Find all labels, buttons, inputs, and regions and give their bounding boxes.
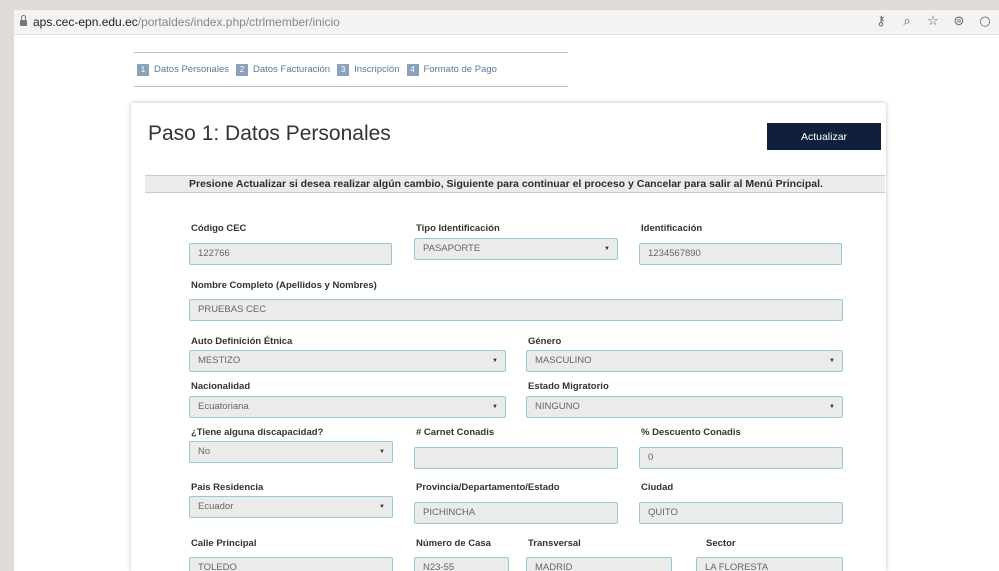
label-etnica: Auto Definición Étnica: [191, 336, 293, 347]
ciudad-field[interactable]: QUITO: [639, 502, 843, 524]
etnica-select[interactable]: MESTIZO: [189, 350, 506, 372]
provincia-field[interactable]: PICHINCHA: [414, 502, 618, 524]
descuento-conadis-field[interactable]: 0: [639, 447, 843, 469]
label-nombre-completo: Nombre Completo (Apellidos y Nombres): [191, 280, 377, 291]
label-identificacion: Identificación: [641, 223, 703, 234]
label-sector: Sector: [706, 538, 736, 549]
key-icon[interactable]: ⚷: [875, 14, 887, 29]
pais-residencia-select[interactable]: Ecuador: [189, 496, 393, 518]
sector-field[interactable]: LA FLORESTA: [696, 557, 843, 571]
transversal-field[interactable]: MADRID: [526, 557, 672, 571]
step-inscripcion[interactable]: 3 Inscripción: [337, 63, 400, 76]
steps-nav: 1 Datos Personales 2 Datos Facturación 3 In…: [134, 52, 568, 87]
browser-toolbar-icons: ⚷ ⌕ ☆ ⊜ ○: [875, 14, 991, 29]
browser-window: aps.cec-epn.edu.ec/portaldes/index.php/c…: [14, 10, 999, 571]
notice-bar: Presione Actualizar si desea realizar al…: [145, 175, 885, 193]
label-genero: Género: [528, 336, 562, 347]
step-datos-personales[interactable]: 1 Datos Personales: [137, 63, 229, 76]
label-discapacidad: ¿Tiene alguna discapacidad?: [191, 427, 324, 438]
label-numero-casa: Número de Casa: [416, 538, 491, 549]
label-estado-migratorio: Estado Migratorio: [528, 381, 609, 392]
label-provincia: Provincia/Departamento/Estado: [416, 482, 560, 493]
label-tipo-identificacion: Tipo Identificación: [416, 223, 500, 234]
zoom-icon[interactable]: ⌕: [901, 14, 913, 29]
opera-icon[interactable]: ○: [979, 14, 991, 29]
estado-migratorio-select[interactable]: NINGUNO: [526, 396, 843, 418]
discapacidad-select[interactable]: No: [189, 441, 393, 463]
step-formato-pago[interactable]: 4 Formato de Pago: [406, 63, 497, 76]
nacionalidad-select[interactable]: Ecuatoriana: [189, 396, 506, 418]
tipo-identificacion-select[interactable]: PASAPORTE: [414, 238, 618, 260]
calle-principal-field[interactable]: TOLEDO: [189, 557, 393, 571]
nombre-completo-field[interactable]: PRUEBAS CEC: [189, 299, 843, 321]
address-bar[interactable]: aps.cec-epn.edu.ec/portaldes/index.php/c…: [14, 10, 999, 35]
label-pais-residencia: Pais Residencia: [191, 482, 264, 493]
extension-icon[interactable]: ⊜: [953, 14, 965, 29]
label-calle-principal: Calle Principal: [191, 538, 257, 549]
label-nacionalidad: Nacionalidad: [191, 381, 251, 392]
page-title: Paso 1: Datos Personales: [148, 122, 391, 145]
genero-select[interactable]: MASCULINO: [526, 350, 843, 372]
label-transversal: Transversal: [528, 538, 581, 549]
step-datos-facturacion[interactable]: 2 Datos Facturación: [235, 63, 330, 76]
label-descuento-conadis: % Descuento Conadis: [641, 427, 741, 438]
update-button[interactable]: Actualizar: [767, 123, 881, 150]
lock-icon[interactable]: [20, 15, 27, 26]
carnet-conadis-field[interactable]: [414, 447, 618, 469]
codigo-cec-field[interactable]: 122766: [189, 243, 392, 265]
url-text[interactable]: aps.cec-epn.edu.ec/portaldes/index.php/c…: [33, 15, 340, 29]
label-ciudad: Ciudad: [641, 482, 674, 493]
form-card: Paso 1: Datos Personales Actualizar Pres…: [131, 103, 886, 571]
numero-casa-field[interactable]: N23-55: [414, 557, 509, 571]
label-codigo-cec: Código CEC: [191, 223, 247, 234]
star-icon[interactable]: ☆: [927, 14, 939, 29]
identificacion-field[interactable]: 1234567890: [639, 243, 842, 265]
label-carnet-conadis: # Carnet Conadis: [416, 427, 495, 438]
